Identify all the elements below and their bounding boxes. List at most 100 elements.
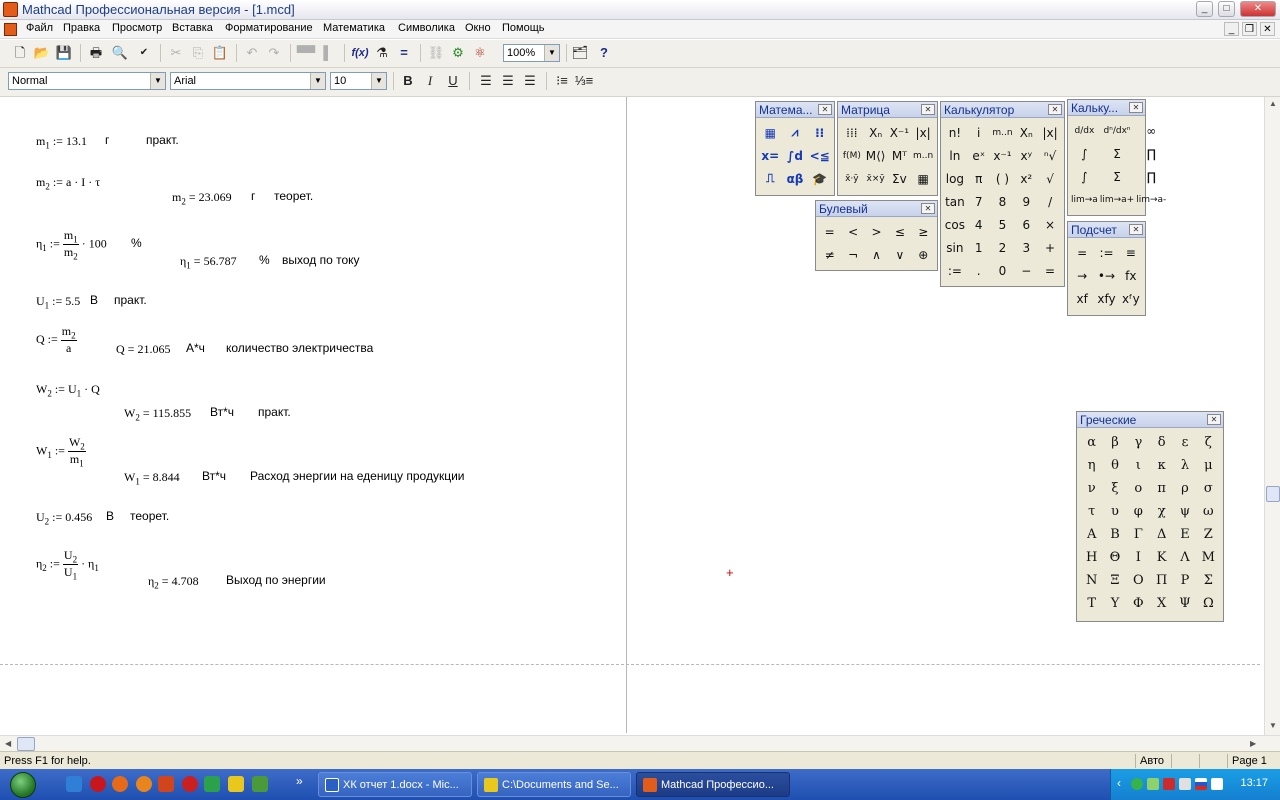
palette-greek-button-24[interactable]: Α [1081, 524, 1102, 545]
note-text[interactable]: Выход по энергии [226, 573, 326, 587]
math-region-eta1[interactable]: η1 := m1 m2 · 100 [36, 228, 107, 262]
palette-calc2-button-6[interactable]: ∫ [1071, 166, 1098, 187]
palette-matrix-button-0[interactable]: ⁞⁞⁞ [841, 122, 863, 143]
palette-calc-button-4[interactable]: |x| [1039, 122, 1061, 143]
palette-calc-button-0[interactable]: n! [944, 122, 966, 143]
palette-greek-button-47[interactable]: Ω [1198, 593, 1219, 614]
download-icon[interactable] [252, 776, 268, 792]
math-region-eta2[interactable]: η2 := U2 U1 · η1 [36, 548, 99, 582]
palette-greek-button-38[interactable]: Ο [1128, 570, 1149, 591]
close-icon[interactable]: ✕ [1048, 104, 1062, 115]
palette-greek-button-25[interactable]: Β [1104, 524, 1125, 545]
insert-function-icon[interactable]: f(x) [350, 43, 370, 63]
close-icon[interactable]: ✕ [1129, 102, 1143, 113]
print-icon[interactable]: 🖶 [86, 43, 106, 63]
insert-hyperlink-icon[interactable]: ⛓ [426, 43, 446, 63]
palette-greek-button-8[interactable]: ι [1128, 455, 1149, 476]
math-region-q[interactable]: Q := m2 a [36, 324, 77, 356]
palette-bool-button-8[interactable]: ∨ [889, 244, 910, 265]
palette-eval-button-8[interactable]: xᶠy [1120, 288, 1142, 309]
palette-greek-button-32[interactable]: Ι [1128, 547, 1149, 568]
palette-calc-button-24[interactable]: × [1039, 214, 1061, 235]
palette-calc-button-16[interactable]: 7 [968, 191, 990, 212]
palette-calc-button-3[interactable]: Xₙ [1015, 122, 1037, 143]
result-region-w1[interactable]: W1 = 8.844 [124, 470, 180, 486]
palette-eval-button-6[interactable]: xf [1071, 288, 1093, 309]
underline-icon[interactable]: U [443, 71, 463, 91]
palette-calc-button-11[interactable]: π [968, 168, 990, 189]
palette-calc2-button-0[interactable]: d/dx [1071, 120, 1098, 141]
palette-greek-button-33[interactable]: Κ [1151, 547, 1172, 568]
ie-icon[interactable] [66, 776, 82, 792]
math-region-w1[interactable]: W1 := W2 m1 [36, 435, 86, 469]
align-down-icon[interactable]: ▌ [318, 43, 338, 63]
palette-calc-button-1[interactable]: i [968, 122, 990, 143]
palette-greek-button-23[interactable]: ω [1198, 501, 1219, 522]
note-text[interactable]: Расход энергии на еденицу продукции [250, 469, 464, 483]
palette-calc-button-25[interactable]: sin [944, 237, 966, 258]
note-text[interactable]: теорет. [130, 509, 169, 523]
result-region-m2[interactable]: m2 = 23.069 [172, 190, 232, 206]
help-icon[interactable]: ? [594, 43, 614, 63]
quicklaunch-overflow[interactable]: » [296, 774, 303, 788]
paste-icon[interactable]: 📋 [210, 43, 230, 63]
palette-calc2-button-8[interactable]: ∏ [1136, 166, 1166, 187]
palette-greek-button-18[interactable]: τ [1081, 501, 1102, 522]
insert-component-icon[interactable]: ⚙ [448, 43, 468, 63]
new-file-icon[interactable]: 🗋 [10, 43, 30, 63]
start-button[interactable] [0, 769, 48, 800]
menu-edit[interactable]: Правка [63, 22, 100, 34]
unit-text[interactable]: Вт*ч [210, 405, 234, 419]
scroll-up-icon[interactable]: ▲ [1269, 99, 1277, 108]
palette-calc-button-19[interactable]: / [1039, 191, 1061, 212]
menu-view[interactable]: Просмотр [112, 22, 162, 34]
palette-greek-button-43[interactable]: Υ [1104, 593, 1125, 614]
spell-check-icon[interactable]: ✔ [134, 43, 154, 63]
close-icon[interactable]: ✕ [921, 203, 935, 214]
vertical-scroll-thumb[interactable] [1266, 486, 1280, 502]
unit-text[interactable]: % [259, 253, 270, 267]
align-center-icon[interactable]: ☰ [498, 71, 518, 91]
align-across-icon[interactable]: ▀▀ [296, 43, 316, 63]
numbering-icon[interactable]: ⅓≡ [574, 71, 594, 91]
palette-calc-button-29[interactable]: + [1039, 237, 1061, 258]
close-icon[interactable]: ✕ [921, 104, 935, 115]
palette-bool-button-0[interactable]: = [819, 221, 840, 242]
palette-calc2-button-1[interactable]: dⁿ/dxⁿ [1100, 120, 1134, 141]
display-icon[interactable] [1211, 778, 1223, 790]
palette-greek-button-30[interactable]: Η [1081, 547, 1102, 568]
math-region-u1[interactable]: U1 := 5.5 [36, 294, 80, 310]
palette-greek-button-21[interactable]: χ [1151, 501, 1172, 522]
doc-minimize-button[interactable]: _ [1224, 22, 1239, 36]
insert-unit-icon[interactable]: ⚗ [372, 43, 392, 63]
menu-insert[interactable]: Вставка [172, 22, 213, 34]
palette-bool-button-4[interactable]: ≥ [913, 221, 934, 242]
palette-calc2-button-11[interactable]: lim→a- [1136, 189, 1166, 210]
unit-text[interactable]: В [90, 293, 98, 307]
palette-greek-button-11[interactable]: μ [1198, 455, 1219, 476]
font-select[interactable]: Arial ▼ [170, 72, 326, 90]
palette-greek-button-0[interactable]: α [1081, 432, 1102, 453]
palette-math-button-8[interactable]: 🎓 [808, 168, 831, 189]
palette-calc-button-26[interactable]: 1 [968, 237, 990, 258]
cut-icon[interactable]: ✂ [166, 43, 186, 63]
palette-eval-button-5[interactable]: fx [1120, 265, 1142, 286]
math-region-u2[interactable]: U2 := 0.456 [36, 510, 92, 526]
doc-restore-button[interactable]: ❐ [1242, 22, 1257, 36]
antivirus-icon[interactable] [1131, 778, 1143, 790]
palette-math-button-7[interactable]: αβ [784, 168, 807, 189]
unit-text[interactable]: г [105, 133, 109, 147]
palette-greek-button-10[interactable]: λ [1174, 455, 1195, 476]
palette-calc-button-33[interactable]: − [1015, 260, 1037, 281]
palette-calc2-button-2[interactable]: ∞ [1136, 120, 1166, 141]
palette-calc-button-30[interactable]: := [944, 260, 966, 281]
app-icon[interactable] [158, 776, 174, 792]
palette-calc-button-34[interactable]: = [1039, 260, 1061, 281]
palette-calc-button-10[interactable]: log [944, 168, 966, 189]
menu-format[interactable]: Форматирование [225, 22, 313, 34]
palette-greek-button-31[interactable]: Θ [1104, 547, 1125, 568]
palette-math[interactable]: Матема... ✕ ▦ ⩘ ⁝⁝ x= ∫d <≦ ⎍ αβ 🎓 [755, 101, 835, 196]
palette-calc-button-18[interactable]: 9 [1015, 191, 1037, 212]
palette-calc2-button-3[interactable]: ∫ [1071, 143, 1098, 164]
palette-calc-button-23[interactable]: 6 [1015, 214, 1037, 235]
